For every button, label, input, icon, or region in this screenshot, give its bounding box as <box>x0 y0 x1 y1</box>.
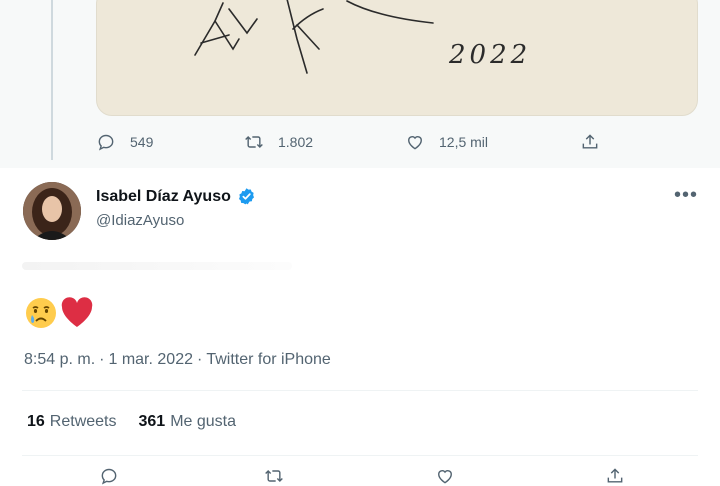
author-handle[interactable]: @IdiazAyuso <box>96 212 184 229</box>
retweet-count: 1.802 <box>278 134 314 150</box>
like-action[interactable]: 12,5 mil <box>405 130 488 154</box>
retweets-label: Retweets <box>49 413 117 430</box>
heart-icon[interactable] <box>433 466 457 486</box>
previous-tweet: 2022 549 1.802 12,5 mil <box>0 0 720 168</box>
faint-artifact <box>22 262 292 270</box>
tweet-actions <box>0 466 720 486</box>
reply-icon[interactable] <box>97 466 121 486</box>
author-name[interactable]: Isabel Díaz Ayuso <box>96 188 231 206</box>
sketch-image[interactable]: 2022 <box>96 0 698 116</box>
tweet-text <box>24 296 94 330</box>
sketch-year: 2022 <box>448 40 531 70</box>
reply-action[interactable]: 549 <box>96 130 153 154</box>
red-heart-emoji <box>61 297 93 327</box>
tweet-time[interactable]: 8:54 p. m. <box>24 351 95 369</box>
separator-dot: · <box>99 351 105 368</box>
reply-count: 549 <box>130 134 154 150</box>
retweets-count: 16 <box>27 413 45 430</box>
reply-icon <box>98 134 114 151</box>
retweet-action[interactable]: 1.802 <box>244 130 313 154</box>
tweet-date[interactable]: 1 mar. 2022 <box>108 351 193 369</box>
retweets-stat[interactable]: 16 Retweets <box>27 413 117 431</box>
more-options-icon[interactable]: ••• <box>674 185 698 208</box>
heart-icon <box>408 136 422 150</box>
engagement-stats: 16 Retweets 361 Me gusta <box>27 413 236 431</box>
verified-badge-icon <box>238 188 254 205</box>
like-count: 12,5 mil <box>439 134 489 150</box>
share-icon <box>582 134 598 149</box>
divider <box>22 390 698 391</box>
share-icon[interactable] <box>603 466 627 486</box>
avatar[interactable] <box>23 182 81 240</box>
retweet-icon[interactable] <box>262 466 286 486</box>
likes-stat[interactable]: 361 Me gusta <box>139 413 237 431</box>
share-action[interactable] <box>580 130 614 154</box>
sketch-drawing: 2022 <box>194 0 531 74</box>
author-name-row[interactable]: Isabel Díaz Ayuso <box>96 187 256 206</box>
crying-face-emoji <box>26 298 56 328</box>
avatar-portrait <box>23 182 81 240</box>
likes-count: 361 <box>138 413 166 430</box>
divider <box>22 455 698 456</box>
tweet-source[interactable]: Twitter for iPhone <box>206 351 331 369</box>
likes-label: Me gusta <box>170 413 237 430</box>
retweet-icon <box>245 135 263 149</box>
prev-tweet-actions: 549 1.802 12,5 mil <box>0 130 720 154</box>
tweet-timestamp: 8:54 p. m. · 1 mar. 2022 · Twitter for i… <box>24 351 331 369</box>
separator-dot: · <box>196 351 203 368</box>
